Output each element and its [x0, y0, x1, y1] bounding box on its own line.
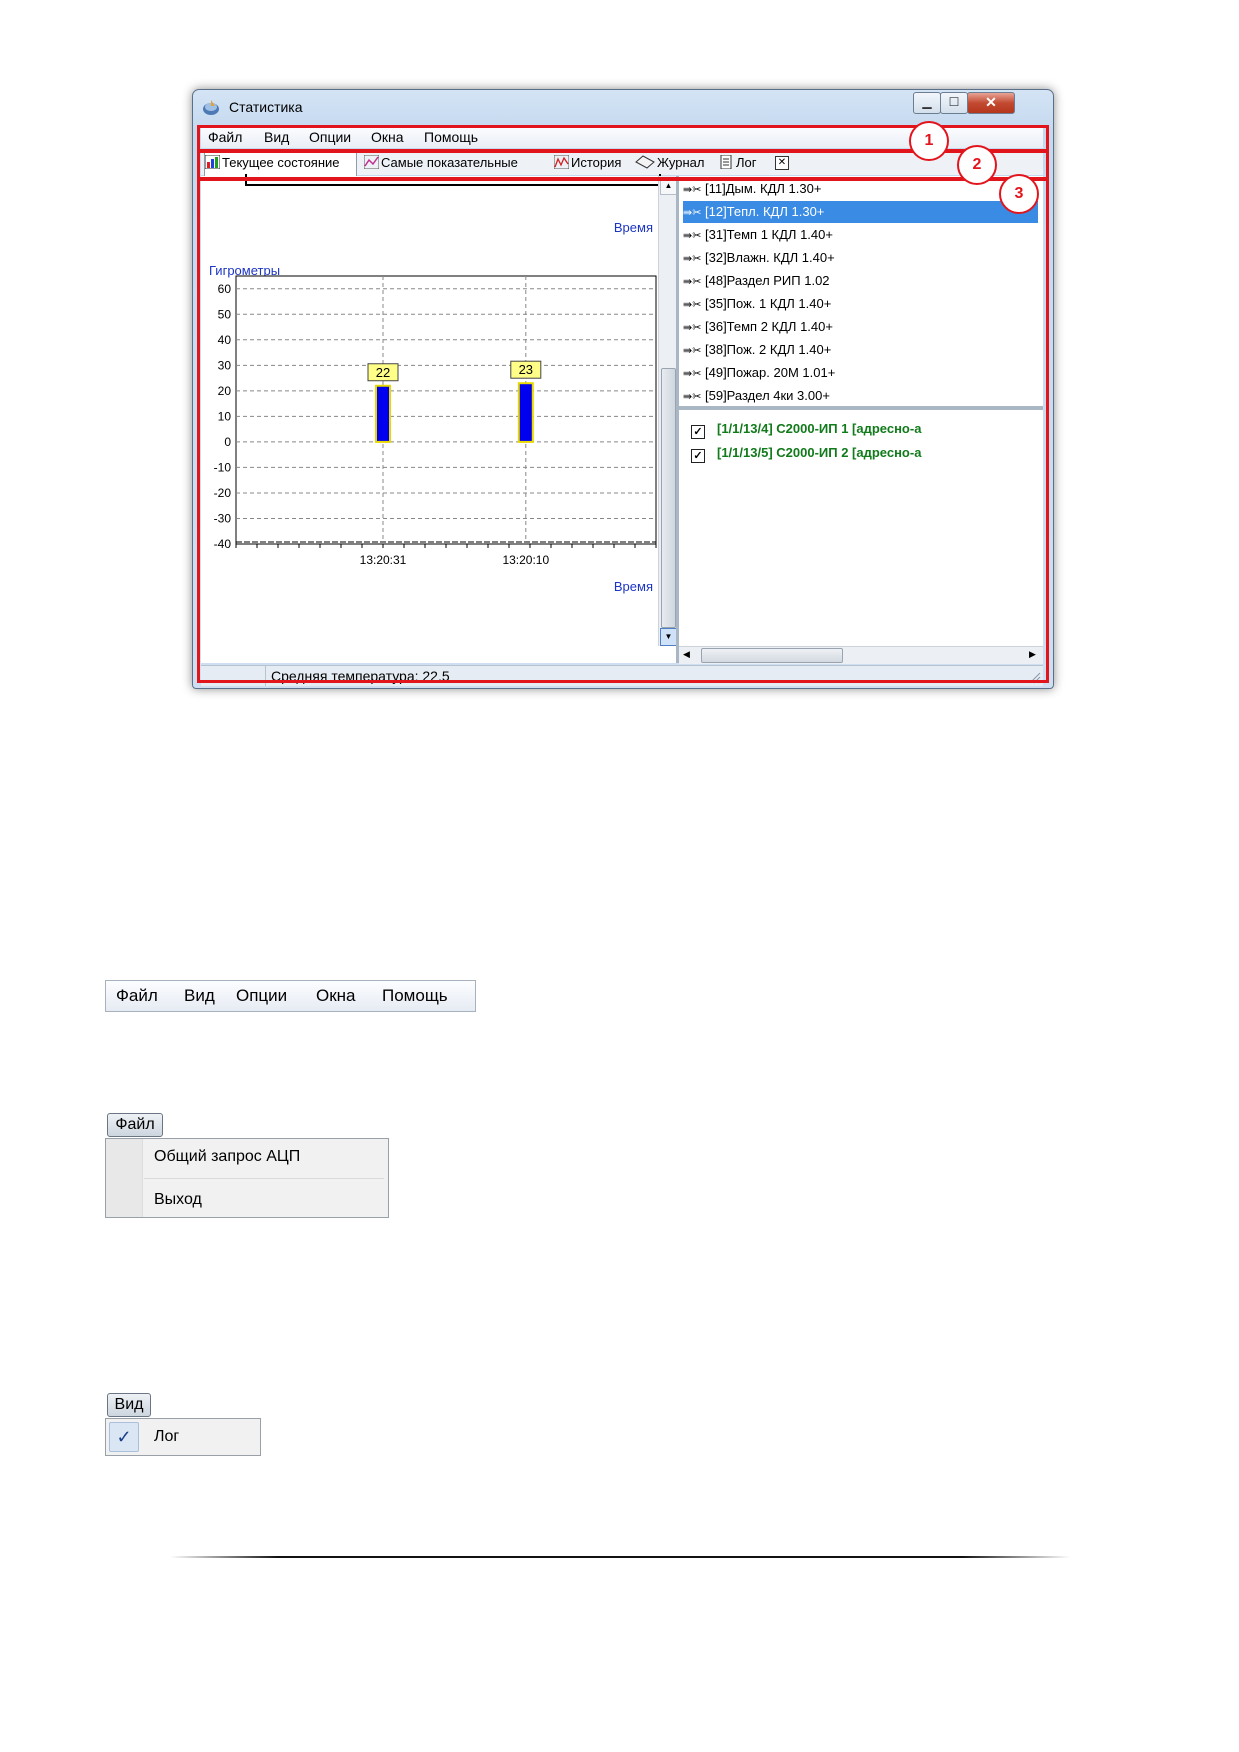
menu-item-exit[interactable]: Выход	[154, 1191, 202, 1209]
annotation-marker-3: 3	[999, 174, 1039, 214]
menu-view[interactable]: Вид	[184, 986, 215, 1006]
maximize-button[interactable]: ☐	[940, 92, 968, 114]
file-menu-header[interactable]: Файл	[107, 1113, 163, 1137]
annotation-marker-1: 1	[909, 121, 949, 161]
view-menu-header[interactable]: Вид	[107, 1393, 151, 1417]
menu-file[interactable]: Файл	[116, 986, 158, 1006]
menu-gutter	[106, 1139, 143, 1217]
menubar-crop: Файл Вид Опции Окна Помощь	[105, 980, 476, 1012]
annotation-box-content	[197, 177, 1049, 683]
menu-item-log[interactable]: Лог	[154, 1428, 179, 1446]
file-menu-popup: Общий запрос АЦП Выход	[105, 1138, 389, 1218]
checkmark-icon: ✓	[109, 1422, 139, 1452]
annotation-marker-2: 2	[957, 145, 997, 185]
menu-separator	[144, 1178, 384, 1179]
close-button[interactable]: ✕	[967, 92, 1015, 114]
menu-item-adc-request[interactable]: Общий запрос АЦП	[154, 1148, 300, 1166]
menu-windows[interactable]: Окна	[316, 986, 356, 1006]
app-icon	[203, 100, 219, 115]
window-title: Статистика	[229, 99, 303, 115]
title-bar[interactable]: Статистика ▁ ☐ ✕	[193, 90, 1053, 122]
view-menu-popup: ✓ Лог	[105, 1418, 261, 1456]
minimize-button[interactable]: ▁	[913, 92, 941, 114]
menu-options[interactable]: Опции	[236, 986, 287, 1006]
page-divider	[170, 1556, 1070, 1558]
menu-help[interactable]: Помощь	[382, 986, 448, 1006]
